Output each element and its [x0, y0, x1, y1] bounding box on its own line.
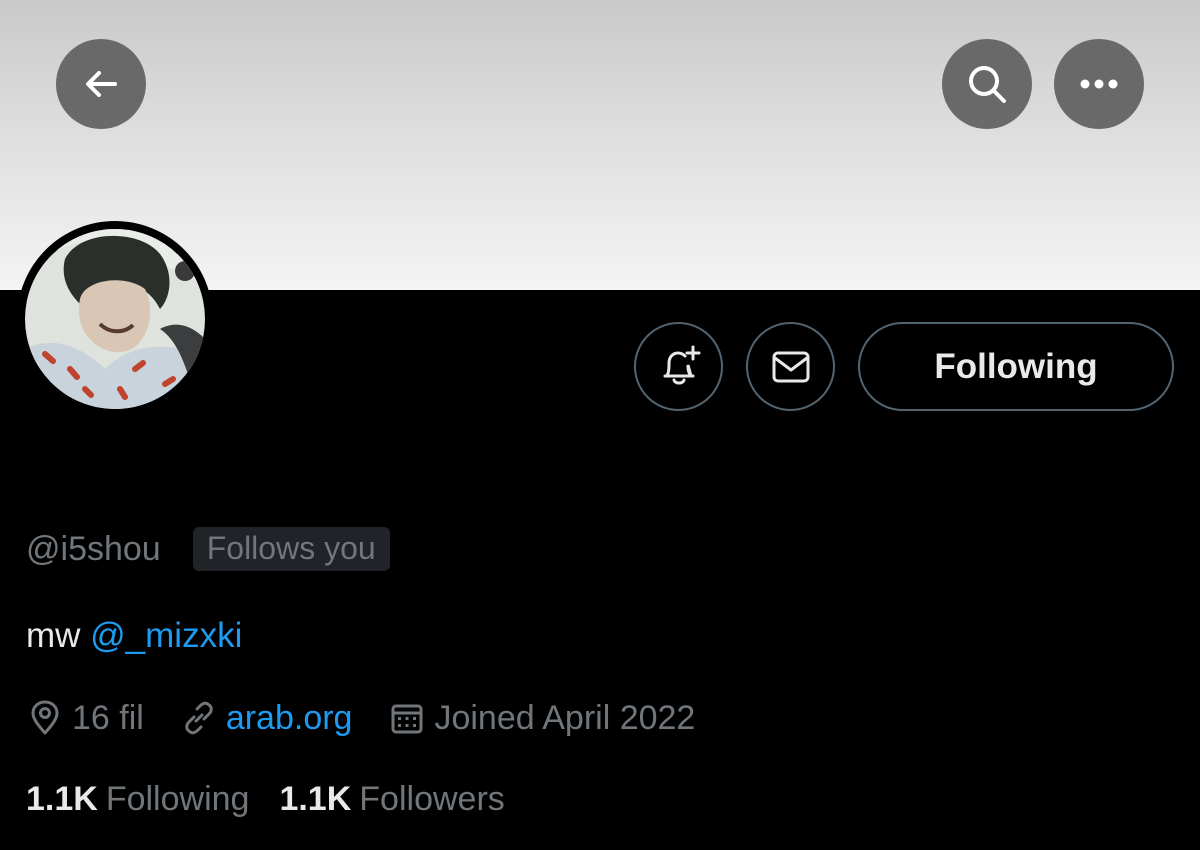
search-icon	[969, 66, 1006, 103]
back-button[interactable]	[56, 39, 146, 129]
link-icon	[185, 701, 213, 735]
location-pin-icon	[31, 700, 59, 735]
arrow-left-icon	[86, 71, 117, 97]
follow-stats: 1.1K Following 1.1K Followers	[26, 776, 505, 822]
follows-you-badge: Follows you	[192, 527, 390, 571]
following-button[interactable]: Following	[858, 322, 1174, 411]
following-stat-link[interactable]: 1.1K Following	[26, 780, 249, 819]
avatar[interactable]	[25, 229, 205, 409]
user-handle: @i5shou	[26, 529, 161, 568]
bell-plus-icon	[663, 345, 700, 384]
avatar-image	[25, 229, 205, 409]
calendar-icon	[391, 704, 423, 734]
followers-stat-link[interactable]: 1.1K Followers	[279, 780, 504, 819]
followers-count: 1.1K	[279, 779, 352, 818]
website-item[interactable]: arab.org	[180, 699, 353, 738]
following-stat-label: Following	[105, 779, 250, 818]
notify-button[interactable]	[634, 322, 723, 411]
joined-date: Joined April 2022	[434, 698, 696, 737]
profile-meta: 16 fil arab.org Joined April 2022	[26, 694, 695, 742]
location-text: 16 fil	[72, 698, 144, 737]
joined-item: Joined April 2022	[388, 699, 695, 738]
handle-row: @i5shou Follows you	[26, 524, 390, 574]
message-button[interactable]	[746, 322, 835, 411]
more-options-button[interactable]	[1054, 39, 1144, 129]
location-item: 16 fil	[26, 699, 144, 738]
followers-stat-label: Followers	[359, 779, 505, 818]
envelope-icon	[772, 351, 809, 382]
bio-text: mw	[26, 616, 91, 655]
bio: mw @_mizxki	[26, 616, 242, 656]
following-count: 1.1K	[26, 779, 98, 818]
search-button[interactable]	[942, 39, 1032, 129]
more-dots-icon	[1080, 79, 1118, 89]
following-button-label: Following	[934, 346, 1098, 386]
website-link[interactable]: arab.org	[226, 699, 353, 738]
bio-mention-link[interactable]: @_mizxki	[90, 616, 242, 655]
